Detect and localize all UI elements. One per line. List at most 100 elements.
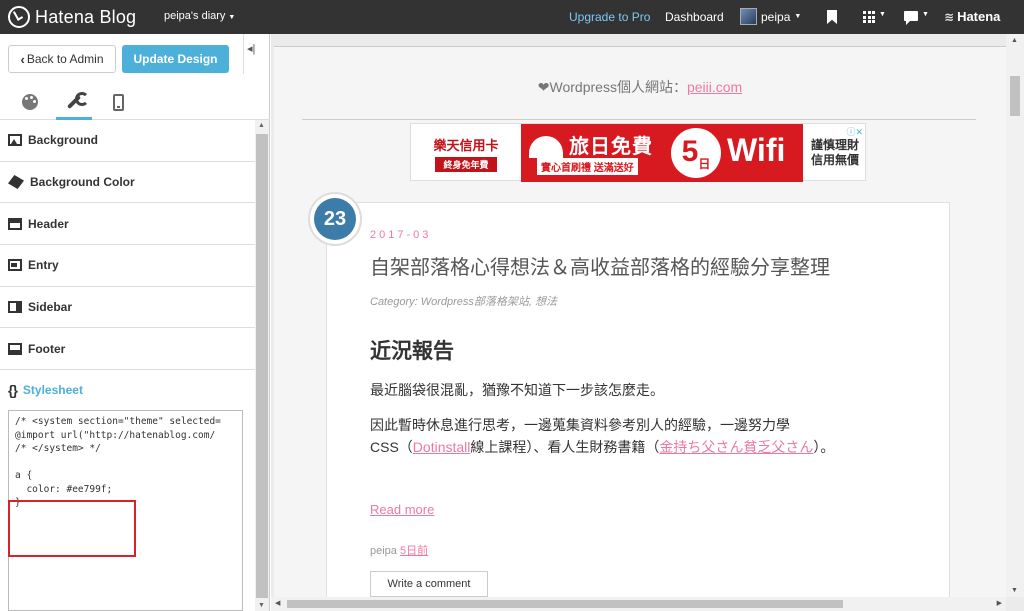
post-text: ）。 [813, 439, 835, 455]
menu-item-label: Stylesheet [22, 383, 83, 398]
panel-scrollbar[interactable]: ▲ ▼ [255, 120, 269, 611]
user-menu[interactable]: peipa ▼ [740, 8, 801, 25]
menu-item-stylesheet[interactable]: {} Stylesheet [0, 370, 255, 410]
scrollbar-thumb[interactable] [256, 134, 268, 598]
entry-layout-icon [8, 259, 22, 272]
menu-item-footer[interactable]: Footer [0, 328, 255, 371]
menu-item-label: Header [28, 216, 69, 231]
date-badge: 23 [310, 194, 360, 244]
post-title[interactable]: 自架部落格心得想法＆高收益部落格的經驗分享整理 [370, 251, 830, 280]
username: peipa [761, 9, 791, 24]
menu-item-header[interactable]: Header [0, 203, 255, 246]
menu-item-label: Background [28, 133, 99, 148]
scroll-up-arrow-icon[interactable]: ▲ [258, 122, 265, 129]
chevron-left-icon: ‹ [20, 51, 25, 67]
blog-selector[interactable]: peipa's diary ▼ [164, 10, 235, 22]
ad-right-line1: 謹慎理財 [810, 138, 859, 152]
back-to-admin-button[interactable]: ‹ Back to Admin [8, 45, 116, 73]
post-text: 因此暫時休息進行思考，一邊蒐集資料參考別人的經驗，一邊努力學 [370, 417, 790, 433]
bookmark-icon[interactable] [827, 10, 837, 24]
menu-item-background-color[interactable]: Background Color [0, 162, 255, 204]
ad-five: 5 [681, 135, 699, 168]
hatena-brand-link[interactable]: ≋ Hatena [944, 9, 1000, 24]
menu-item-background[interactable]: Background [0, 120, 255, 162]
blog-preview: ❤Wordpress個人網站：peiii.com 樂天信用卡 終身免年費 旅日免… [271, 34, 1024, 611]
scroll-left-arrow-icon[interactable]: ◀ [275, 599, 280, 607]
ad-choices-icon[interactable]: ⓘ✕ [846, 125, 863, 138]
tab-theme[interactable] [12, 84, 48, 120]
caret-down-icon: ▼ [228, 14, 236, 21]
post-text: 線上課程）、看人生財務書籍（ [470, 439, 660, 455]
design-panel: ‹ Back to Admin Update Design ◂| Backgro… [0, 34, 270, 611]
post-byline: peipa 5日前 [370, 542, 428, 558]
ad-five-days: 5日 [671, 128, 721, 178]
logo-text: Hatena Blog [35, 6, 137, 27]
tab-customize[interactable] [56, 84, 92, 120]
ad-wifi: Wifi [727, 132, 786, 168]
post-time-link[interactable]: 5日前 [400, 545, 428, 557]
scroll-down-arrow-icon[interactable]: ▼ [258, 602, 265, 609]
menu-item-sidebar[interactable]: Sidebar [0, 287, 255, 329]
apps-grid-icon[interactable] [863, 11, 875, 23]
ad-brand: 樂天信用卡 [433, 137, 499, 153]
preview-vertical-scrollbar[interactable]: ▲ ▼ [1006, 34, 1024, 597]
read-more-link[interactable]: Read more [370, 502, 434, 517]
collapse-panel-icon[interactable]: ◂| [247, 42, 255, 55]
notice-text: ❤Wordpress個人網站： [537, 79, 687, 95]
preview-horizontal-scrollbar[interactable]: ◀ ▶ [271, 597, 1006, 611]
palette-icon [22, 94, 38, 110]
ad-sub: 終身免年費 [435, 156, 497, 172]
update-design-button[interactable]: Update Design [122, 45, 229, 73]
date-badge-number: 23 [314, 198, 356, 240]
caret-down-icon: ▼ [922, 11, 929, 18]
ad-five-unit: 日 [698, 157, 711, 171]
ad-disclaimer: 謹慎理財 信用無價 [803, 138, 867, 168]
fan-icon [529, 136, 563, 158]
highlight-annotation [8, 500, 136, 557]
dashboard-link[interactable]: Dashboard [665, 10, 724, 24]
hatena-brand-text: Hatena [957, 9, 1001, 24]
menu-item-label: Sidebar [28, 300, 73, 315]
tab-smartphone[interactable] [100, 84, 136, 120]
post-author[interactable]: peipa [370, 545, 397, 557]
write-comment-button[interactable]: Write a comment [370, 571, 488, 597]
notifications-comment-icon[interactable] [904, 11, 918, 25]
paint-bucket-icon [8, 175, 24, 190]
post-category[interactable]: Category: Wordpress部落格架站, 想法 [370, 293, 557, 309]
menu-item-label: Entry [28, 258, 59, 273]
menu-item-entry[interactable]: Entry [0, 245, 255, 287]
scroll-up-arrow-icon[interactable]: ▲ [1011, 37, 1018, 44]
scrollbar-thumb[interactable] [1010, 76, 1020, 116]
post-date: 2017-03 [370, 229, 432, 241]
caret-down-icon: ▼ [794, 13, 802, 20]
post-paragraph: 因此暫時休息進行思考，一邊蒐集資料參考別人的經驗，一邊努力學 CSS（Dotin… [370, 414, 930, 458]
site-notice: ❤Wordpress個人網站：peiii.com [274, 77, 1006, 97]
book-link[interactable]: 金持ち父さん貧乏父さん [659, 439, 813, 455]
sidebar-layout-icon [8, 301, 22, 314]
image-icon [8, 134, 22, 147]
hatena-mark-icon: ≋ [944, 9, 955, 24]
back-to-admin-label: Back to Admin [26, 52, 104, 66]
hatena-logo-icon [8, 6, 30, 28]
hatena-blog-logo[interactable]: Hatena Blog [8, 5, 136, 29]
preview-page: ❤Wordpress個人網站：peiii.com 樂天信用卡 終身免年費 旅日免… [274, 47, 1006, 602]
post-paragraph: 最近腦袋很混亂，猶豫不知道下一步該怎麼走。 [370, 382, 664, 398]
notice-link[interactable]: peiii.com [687, 79, 742, 95]
footer-layout-icon [8, 342, 22, 355]
ad-main-block: 旅日免費 實心首刷禮 送滿送好 5日 Wifi [521, 124, 803, 182]
ad-banner[interactable]: 樂天信用卡 終身免年費 旅日免費 實心首刷禮 送滿送好 5日 Wifi 謹慎理財… [410, 123, 867, 182]
scroll-right-arrow-icon[interactable]: ▶ [997, 599, 1002, 607]
ad-right-line2: 信用無價 [810, 153, 859, 167]
avatar [740, 8, 757, 25]
wrench-icon [65, 91, 89, 110]
blog-name: peipa's diary [164, 10, 226, 22]
smartphone-icon [112, 93, 124, 111]
dotinstall-link[interactable]: Dotinstall [413, 439, 471, 455]
scroll-down-arrow-icon[interactable]: ▼ [1011, 587, 1018, 594]
code-braces-icon: {} [8, 382, 18, 399]
divider [243, 34, 244, 74]
upgrade-link[interactable]: Upgrade to Pro [569, 10, 650, 24]
scrollbar-thumb[interactable] [287, 600, 843, 608]
caret-down-icon: ▼ [879, 11, 886, 18]
menu-item-label: Background Color [30, 175, 135, 190]
